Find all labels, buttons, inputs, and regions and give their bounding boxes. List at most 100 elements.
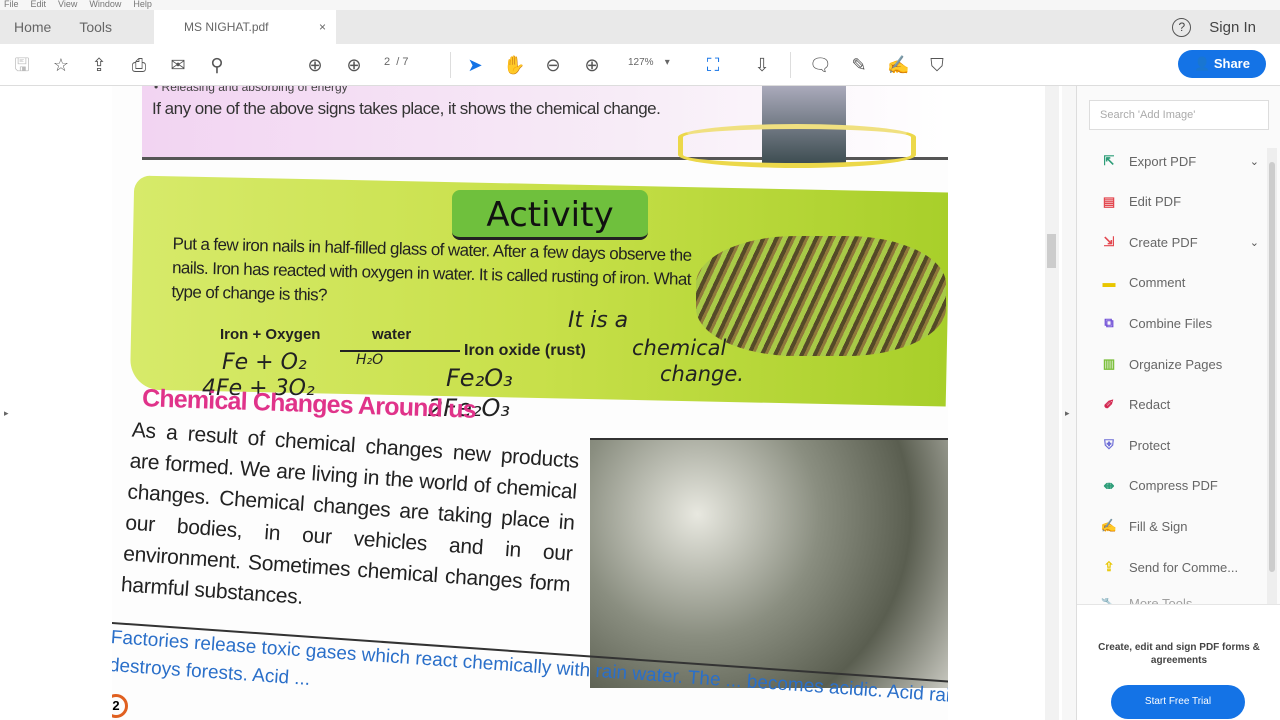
factory-smoke-photo xyxy=(590,438,948,688)
tools-search-input[interactable]: Search 'Add Image' xyxy=(1089,100,1269,130)
pdf-page: • Releasing and absorbing of energy If a… xyxy=(112,86,948,720)
draw-sign-icon[interactable]: ✍ xyxy=(887,54,909,76)
help-icon[interactable]: ? xyxy=(1172,17,1192,37)
comment-icon: ▬ xyxy=(1102,274,1116,290)
equation-reactants: Iron + Oxygen xyxy=(220,326,321,343)
close-tab-icon[interactable]: × xyxy=(319,10,326,44)
tab-document[interactable]: MS NIGHAT.pdf × xyxy=(154,10,337,44)
tool-export-pdf[interactable]: ⇱ Export PDF ⌄ xyxy=(1099,150,1259,172)
edit-pdf-icon: ▤ xyxy=(1102,193,1116,209)
page-total: / 7 xyxy=(396,56,409,68)
menu-file[interactable]: File xyxy=(4,0,19,10)
tool-combine-files[interactable]: ⧉ Combine Files xyxy=(1099,312,1259,334)
select-cursor-icon[interactable]: ➤ xyxy=(464,54,486,76)
star-icon[interactable]: ☆ xyxy=(50,54,72,76)
equation-condition: water xyxy=(372,326,412,343)
menu-help[interactable]: Help xyxy=(133,0,152,10)
scrollbar-thumb[interactable] xyxy=(1047,234,1056,268)
document-viewer[interactable]: ▸ • Releasing and absorbing of energy If… xyxy=(0,86,1062,720)
panel-scrollbar[interactable] xyxy=(1267,148,1277,608)
info-text: If any one of the above signs takes plac… xyxy=(152,99,661,118)
promo-text: Create, edit and sign PDF forms & agreem… xyxy=(1098,642,1260,666)
search-zoom-icon[interactable]: ⚲ xyxy=(206,54,228,76)
scroll-mode-icon[interactable]: ⇩ xyxy=(751,54,773,76)
tool-edit-pdf[interactable]: ▤ Edit PDF xyxy=(1099,191,1259,213)
bullet-text: • Releasing and absorbing of energy xyxy=(154,86,348,94)
tool-label: Export PDF xyxy=(1129,153,1197,169)
tool-create-pdf[interactable]: ⇲ Create PDF ⌄ xyxy=(1099,231,1259,253)
menu-edit[interactable]: Edit xyxy=(31,0,47,10)
tool-label: Compress PDF xyxy=(1129,478,1218,494)
handwritten-equation: Fe + O₂ xyxy=(222,350,307,375)
page-current[interactable]: 2 xyxy=(384,56,390,68)
redact-icon: ✐ xyxy=(1103,396,1115,412)
highlight-pen-icon[interactable]: ✎ xyxy=(848,54,870,76)
paragraph-text: As a result of chemical changes new prod… xyxy=(120,418,580,609)
tool-protect[interactable]: ⛨ Protect xyxy=(1099,434,1259,456)
chevron-down-icon[interactable]: ⌄ xyxy=(1250,155,1259,168)
activity-title: Activity xyxy=(486,195,614,235)
panel-scrollbar-thumb[interactable] xyxy=(1269,162,1275,572)
tool-label: Redact xyxy=(1129,397,1171,413)
handwritten-answer: chemical xyxy=(632,336,727,360)
zoom-out-icon[interactable]: ⊖ xyxy=(542,54,564,76)
toolbar: 🖫 ☆ ⇪ ⎙ ✉ ⚲ ⊕ ⊕ 2 / 7 ➤ ✋ ⊖ ⊕ 127% ▾ ⛶ ⇩… xyxy=(0,44,1280,86)
menu-window[interactable]: Window xyxy=(89,0,121,10)
send-for-comme-icon: ⇪ xyxy=(1103,559,1115,574)
upload-cloud-icon[interactable]: ⇪ xyxy=(88,54,110,76)
tool-redact[interactable]: ✐ Redact xyxy=(1099,394,1259,416)
next-page-icon[interactable]: ⊕ xyxy=(343,54,365,76)
activity-text: Put a few iron nails in half-filled glas… xyxy=(171,234,692,305)
hand-tool-icon[interactable]: ✋ xyxy=(503,54,525,76)
tool-send-for-comme[interactable]: ⇪ Send for Comme... xyxy=(1099,556,1259,578)
menu-bar: File Edit View Window Help xyxy=(0,0,1280,10)
activity-title-badge: Activity xyxy=(452,190,648,240)
tool-compress-pdf[interactable]: ⇼ Compress PDF xyxy=(1099,475,1259,497)
tool-label: Create PDF xyxy=(1129,234,1198,250)
print-icon[interactable]: ⎙ xyxy=(128,54,150,76)
handwritten-equation: Fe₂O₃ xyxy=(446,364,513,392)
previous-page-icon[interactable]: ⊕ xyxy=(304,54,326,76)
tool-label: Fill & Sign xyxy=(1129,518,1188,534)
tool-comment[interactable]: ▬ Comment xyxy=(1099,272,1259,294)
divider xyxy=(450,52,451,78)
equation-product: Iron oxide (rust) xyxy=(464,342,586,359)
sign-in-link[interactable]: Sign In xyxy=(1209,19,1256,36)
share-button[interactable]: 👤 Share xyxy=(1178,50,1266,78)
document-scrollbar[interactable] xyxy=(1045,86,1059,720)
tool-label: Combine Files xyxy=(1129,315,1213,331)
promo-section: Create, edit and sign PDF forms & agreem… xyxy=(1077,604,1280,720)
start-free-trial-button[interactable]: Start Free Trial xyxy=(1111,685,1245,719)
tool-fill-sign[interactable]: ✍ Fill & Sign xyxy=(1099,515,1259,537)
tools-panel: Search 'Add Image' ⇱ Export PDF ⌄ ▤ Edit PDF… xyxy=(1076,86,1280,720)
tool-label: Comment xyxy=(1129,275,1186,291)
right-panel-toggle[interactable]: ▸ xyxy=(1062,86,1076,720)
zoom-value: 127% xyxy=(628,57,654,68)
page-indicator[interactable]: 2 / 7 xyxy=(384,56,408,68)
combine-files-icon: ⧉ xyxy=(1104,315,1114,331)
tool-label: Organize Pages xyxy=(1129,356,1223,372)
save-icon[interactable]: 🖫 xyxy=(11,54,33,76)
fill-sign-icon: ✍ xyxy=(1100,518,1118,534)
handwritten-equation: H₂O xyxy=(356,352,384,368)
email-icon[interactable]: ✉ xyxy=(167,54,189,76)
tool-label: Send for Comme... xyxy=(1129,559,1239,575)
menu-view[interactable]: View xyxy=(58,0,77,10)
chevron-down-icon[interactable]: ⌄ xyxy=(1250,236,1259,249)
stamp-icon[interactable]: ⛉ xyxy=(926,54,948,76)
zoom-in-icon[interactable]: ⊕ xyxy=(581,54,603,76)
divider xyxy=(790,52,791,78)
zoom-level-select[interactable]: 127% ▾ xyxy=(628,57,670,68)
left-panel-toggle-icon[interactable]: ▸ xyxy=(4,408,9,419)
comment-icon[interactable]: 🗨 xyxy=(809,54,832,76)
handwritten-answer: change. xyxy=(660,362,744,386)
tab-bar: Home Tools MS NIGHAT.pdf × ? Sign In xyxy=(0,10,1280,44)
compress-pdf-icon: ⇼ xyxy=(1103,477,1115,493)
fit-page-icon[interactable]: ⛶ xyxy=(702,54,724,76)
tab-tools[interactable]: Tools xyxy=(65,10,126,44)
tab-home[interactable]: Home xyxy=(0,10,65,44)
handwritten-answer: It is a xyxy=(568,308,629,333)
expand-arrow-icon[interactable]: ▸ xyxy=(1065,408,1070,419)
beaker-image xyxy=(678,86,916,168)
tool-organize-pages[interactable]: ▥ Organize Pages xyxy=(1099,353,1259,375)
